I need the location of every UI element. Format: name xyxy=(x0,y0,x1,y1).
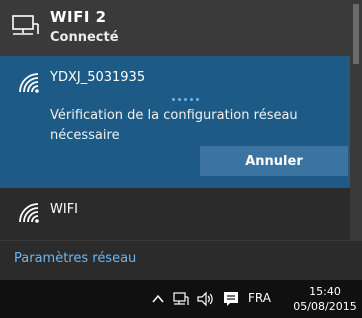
clock-date: 05/08/2015 xyxy=(293,300,357,313)
connected-network-name: WIFI 2 xyxy=(50,8,107,26)
ethernet-computer-icon xyxy=(10,14,40,38)
wifi-signal-icon xyxy=(16,70,44,94)
language-indicator[interactable]: FRA xyxy=(248,291,271,305)
network-flyout: WIFI 2 Connecté YDXJ_5031935 Vérificatio… xyxy=(0,0,362,280)
progress-dots xyxy=(172,98,199,101)
clock-time: 15:40 xyxy=(309,285,341,298)
other-network-item[interactable]: WIFI xyxy=(0,188,350,240)
connected-network-item[interactable]: WIFI 2 Connecté xyxy=(0,0,350,56)
settings-area: Paramètres réseau xyxy=(0,240,362,280)
network-status-message: Vérification de la configuration réseau … xyxy=(50,108,298,143)
wifi-signal-icon xyxy=(16,200,44,224)
action-center-icon[interactable] xyxy=(222,290,240,308)
scrollbar[interactable] xyxy=(350,0,362,240)
taskbar: FRA 15:40 05/08/2015 xyxy=(0,280,362,318)
volume-icon[interactable] xyxy=(196,290,216,308)
clock[interactable]: 15:40 05/08/2015 xyxy=(290,284,360,314)
chevron-up-icon[interactable] xyxy=(150,291,166,307)
network-icon[interactable] xyxy=(172,290,190,308)
cancel-button[interactable]: Annuler xyxy=(200,146,348,176)
selected-network-ssid: YDXJ_5031935 xyxy=(50,70,146,85)
connected-network-status: Connecté xyxy=(50,30,119,45)
selected-network-item[interactable]: YDXJ_5031935 Vérification de la configur… xyxy=(0,56,350,188)
scrollbar-thumb[interactable] xyxy=(353,4,359,64)
other-network-ssid: WIFI xyxy=(50,202,78,217)
network-settings-link[interactable]: Paramètres réseau xyxy=(14,251,136,266)
